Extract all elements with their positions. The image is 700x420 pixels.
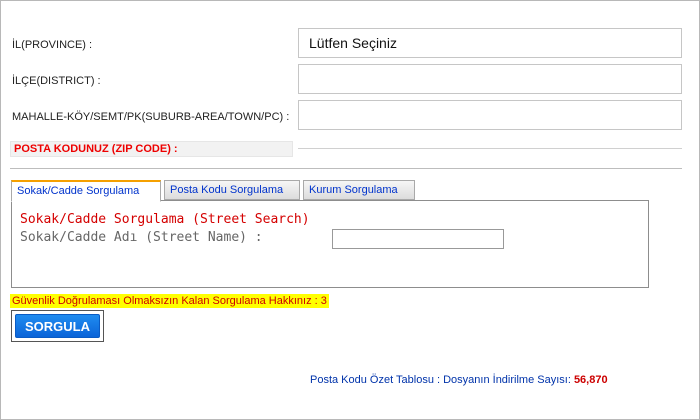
- neighborhood-select[interactable]: [298, 100, 682, 130]
- tab-street-search[interactable]: Sokak/Cadde Sorgulama: [11, 180, 161, 202]
- province-select[interactable]: Lütfen Seçiniz: [298, 28, 682, 58]
- street-name-label: Sokak/Cadde Adı (Street Name) :: [20, 230, 263, 245]
- section-divider: [10, 168, 682, 169]
- zip-code-label: POSTA KODUNUZ (ZIP CODE) :: [10, 141, 293, 157]
- query-button[interactable]: SORGULA: [15, 314, 100, 338]
- download-count-label: : Dosyanın İndirilme Sayısı:: [433, 374, 574, 386]
- street-name-input[interactable]: [332, 229, 504, 249]
- tab-postal-code-search[interactable]: Posta Kodu Sorgulama: [164, 180, 300, 200]
- district-label: İLÇE(DISTRICT) :: [12, 75, 101, 87]
- province-label: İL(PROVINCE) :: [12, 39, 93, 51]
- zip-code-value-line: [298, 148, 682, 149]
- summary-table-link[interactable]: Posta Kodu Özet Tablosu: [310, 374, 434, 386]
- street-search-panel: Sokak/Cadde Sorgulama (Street Search) So…: [11, 200, 649, 288]
- tab-institution-search[interactable]: Kurum Sorgulama: [303, 180, 415, 200]
- neighborhood-label: MAHALLE-KÖY/SEMT/PK(SUBURB-AREA/TOWN/PC)…: [12, 111, 290, 123]
- footer-info: Posta Kodu Özet Tablosu : Dosyanın İndir…: [310, 374, 608, 386]
- street-search-title: Sokak/Cadde Sorgulama (Street Search): [20, 212, 310, 227]
- query-button-frame: SORGULA: [11, 310, 104, 342]
- download-count: 56,870: [573, 374, 608, 386]
- district-select[interactable]: [298, 64, 682, 94]
- remaining-queries-warning: Güvenlik Doğrulaması Olmaksızın Kalan So…: [10, 294, 329, 308]
